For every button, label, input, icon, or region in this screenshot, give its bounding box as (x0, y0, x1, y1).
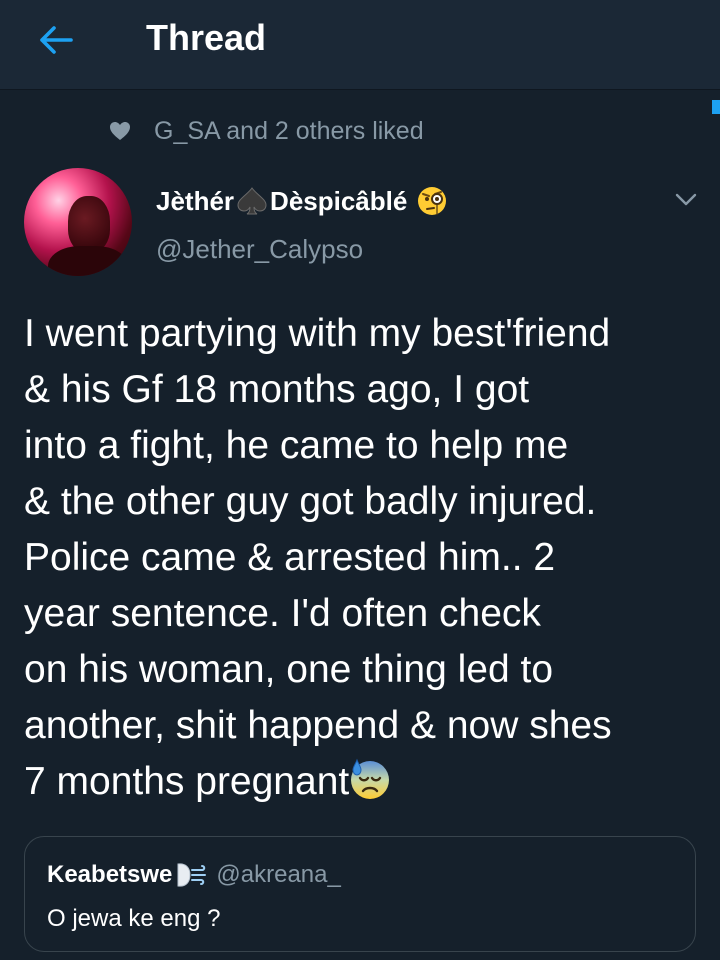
spade-icon (237, 187, 267, 215)
back-button[interactable] (30, 20, 82, 60)
tweet-text-line: & the other guy got badly injured. (24, 480, 597, 523)
face-with-monocle-icon (418, 187, 447, 215)
quoted-tweet-text: O jewa ke eng ? (47, 905, 221, 932)
tweet-text: I went partying with my best'friend & hi… (24, 306, 704, 810)
social-context-text: G_SA and 2 others liked (154, 116, 424, 145)
tweet-text-line: into a fight, he came to help me (24, 424, 569, 467)
arrow-left-icon (40, 26, 73, 54)
chevron-down-icon (675, 193, 697, 206)
tweet-text-line: 7 months pregnant (24, 760, 350, 803)
scroll-indicator (712, 100, 720, 114)
tweet-menu-button[interactable] (672, 188, 700, 212)
heart-icon (110, 122, 130, 140)
tweet-text-line: & his Gf 18 months ago, I got (24, 368, 530, 411)
tweet-text-line-last: 7 months pregnant (24, 754, 704, 810)
quoted-tweet-header: Keabetswe @akreana_ (47, 859, 341, 891)
tweet-text-line: year sentence. I'd often check (24, 592, 541, 635)
tweet-text-line: another, shit happend & now shes (24, 704, 612, 747)
quoted-tweet-card[interactable]: Keabetswe @akreana_ O jewa ke eng ? (24, 836, 696, 952)
avatar[interactable] (24, 168, 132, 276)
tweet-text-line: Police came & arrested him.. 2 (24, 536, 556, 579)
quoted-author-handle: @akreana_ (216, 861, 341, 888)
social-context[interactable]: G_SA and 2 others liked (108, 114, 424, 148)
author-handle[interactable]: @Jether_Calypso (156, 232, 363, 266)
author-name[interactable]: Jèthér Dèspicâblé (156, 184, 447, 218)
quoted-author-name: Keabetswe (47, 861, 173, 888)
author-name-part2: Dèspicâblé (270, 185, 408, 216)
wind-face-icon (177, 863, 207, 887)
page-title: Thread (146, 17, 267, 58)
tweet-text-line: on his woman, one thing led to (24, 648, 554, 691)
top-app-bar: Thread (0, 0, 720, 90)
author-name-part1: Jèthér (156, 185, 235, 216)
tweet-text-line: I went partying with my best'friend (24, 312, 611, 355)
anxious-face-with-sweat-icon (351, 758, 390, 799)
